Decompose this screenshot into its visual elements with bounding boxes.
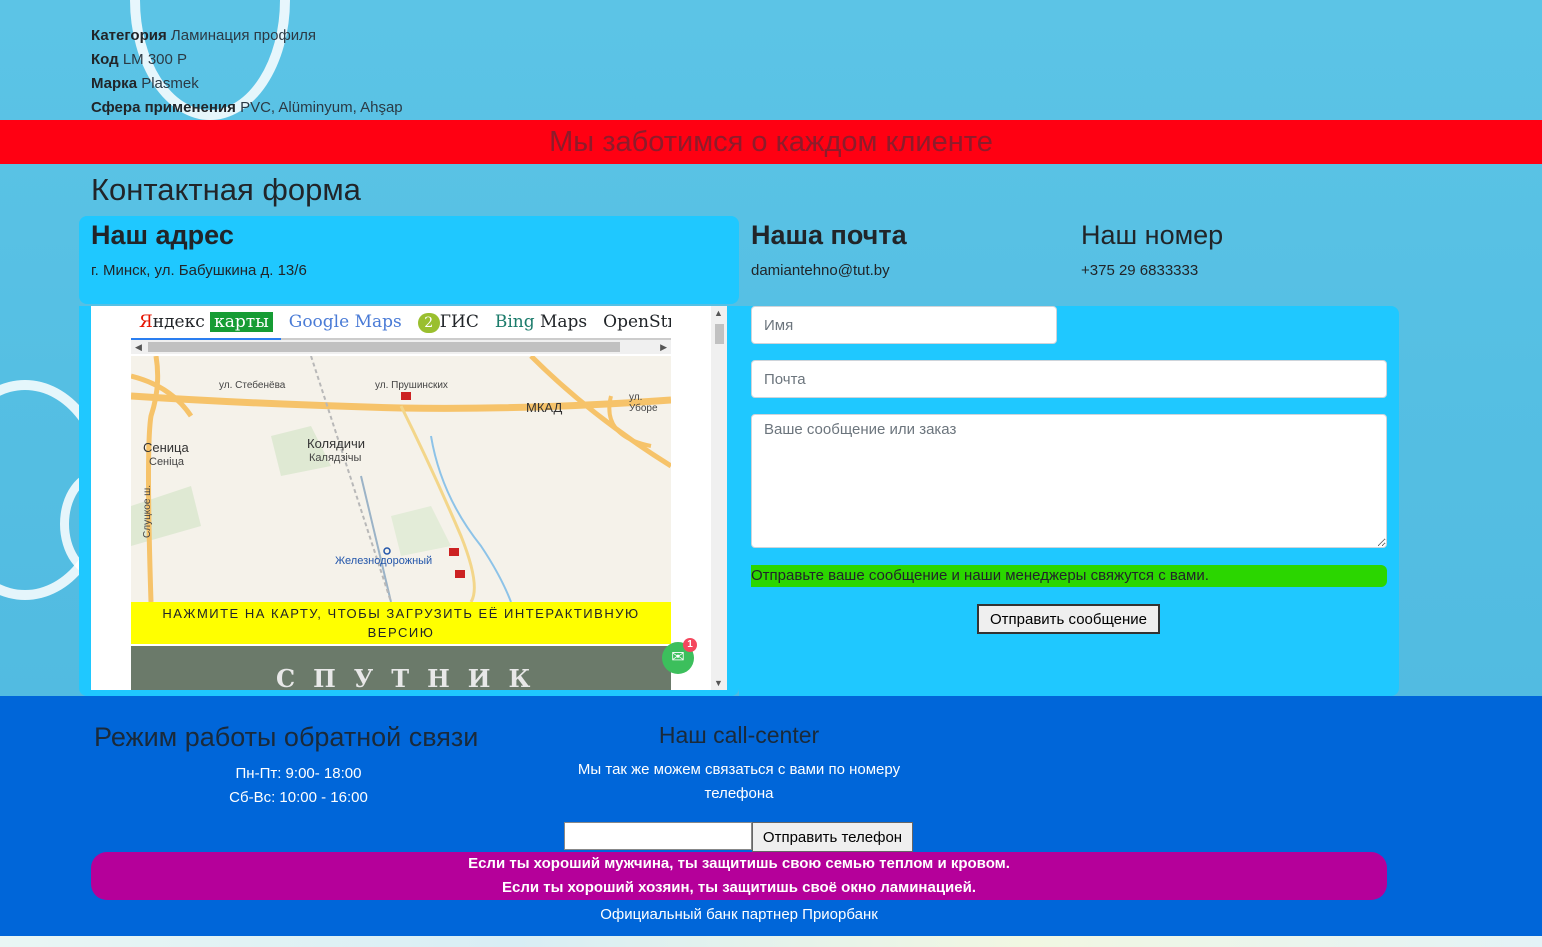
- map-label: Сеница: [143, 440, 189, 455]
- map-tabs: Яндекс карты Google Maps 2 ГИС Bing Maps …: [131, 306, 671, 341]
- form-note: Отправьте ваше сообщение и наши менеджер…: [751, 565, 1387, 587]
- scroll-up-icon[interactable]: ▲: [714, 308, 723, 318]
- name-input[interactable]: [751, 306, 1057, 344]
- map-container: Яндекс карты Google Maps 2 ГИС Bing Maps …: [79, 306, 739, 696]
- mail-title: Наша почта: [751, 220, 907, 250]
- phone-text: +375 29 6833333: [1081, 262, 1199, 279]
- product-brand: Марка Plasmek: [91, 75, 199, 92]
- map-label: Слуцкое ш.: [141, 485, 153, 538]
- hours-weekend: Сб-Вс: 10:00 - 16:00: [229, 789, 368, 806]
- tab-yandex-maps[interactable]: Яндекс карты: [131, 306, 281, 341]
- address-title: Наш адрес: [91, 220, 234, 250]
- map-label: ул. Прушинских: [375, 380, 448, 391]
- map-vertical-scrollbar[interactable]: ▲ ▼: [711, 306, 727, 690]
- address-block: Наш адрес г. Минск, ул. Бабушкина д. 13/…: [79, 216, 739, 304]
- product-category: Категория Ламинация профиля: [91, 27, 317, 44]
- hours-title: Режим работы обратной связи: [94, 722, 479, 752]
- quote-line: Если ты хороший мужчина, ты защитишь сво…: [468, 855, 1010, 872]
- message-textarea[interactable]: [751, 414, 1387, 548]
- send-phone-button[interactable]: Отправить телефон: [752, 822, 913, 852]
- product-sphere: Сфера применения PVC, Alüminyum, Ahşap: [91, 99, 403, 116]
- map-label: ул. Стебенёва: [219, 380, 286, 391]
- scrollbar-thumb[interactable]: [148, 342, 620, 352]
- hours-list: Пн-Пт: 9:00- 18:00 Сб-Вс: 10:00 - 16:00: [96, 762, 501, 810]
- send-message-button[interactable]: Отправить сообщение: [977, 604, 1160, 634]
- notification-badge: 1: [683, 638, 697, 652]
- call-text-line: Мы так же можем связаться с вами по номе…: [577, 761, 901, 778]
- tab-bing-maps[interactable]: Bing Maps: [486, 306, 596, 341]
- email-input[interactable]: [751, 360, 1387, 398]
- tab-google-maps[interactable]: Google Maps: [280, 306, 410, 341]
- map-label: Калядзічы: [309, 452, 362, 464]
- map-label: Железнодорожный: [335, 555, 433, 567]
- map-label: ул. Уборе: [629, 392, 658, 414]
- tab-openstreetmap[interactable]: OpenStreetM: [595, 306, 671, 341]
- footer: Режим работы обратной связи Пн-Пт: 9:00-…: [0, 696, 1542, 936]
- mail-text: damiantehno@tut.by: [751, 262, 890, 279]
- map-label: Колядичи: [307, 436, 366, 451]
- phone-input[interactable]: [564, 822, 752, 850]
- map-load-note[interactable]: НАЖМИТЕ НА КАРТУ, ЧТОБЫ ЗАГРУЗИТЬ ЕЁ ИНТ…: [131, 602, 671, 644]
- satellite-label: СПУТНИК: [276, 664, 549, 690]
- product-code: Код LM 300 P: [91, 51, 188, 68]
- scroll-right-icon[interactable]: ▶: [660, 340, 667, 354]
- map-iframe[interactable]: Яндекс карты Google Maps 2 ГИС Bing Maps …: [91, 306, 727, 690]
- map-label: Сеніца: [149, 456, 184, 468]
- bank-partner: Официальный банк партнер Приорбанк: [600, 906, 878, 923]
- scroll-down-icon[interactable]: ▼: [714, 678, 723, 688]
- hours-weekdays: Пн-Пт: 9:00- 18:00: [235, 765, 362, 782]
- address-text: г. Минск, ул. Бабушкина д. 13/6: [91, 262, 307, 279]
- call-text-line: телефона: [704, 785, 774, 802]
- quote-line: Если ты хороший хозяин, ты защитишь своё…: [501, 879, 977, 896]
- tab-2gis[interactable]: 2 ГИС: [409, 306, 487, 341]
- satellite-preview[interactable]: СПУТНИК: [131, 646, 671, 690]
- map-image[interactable]: ул. Стебенёва ул. Прушинских МКАД ул. Уб…: [131, 356, 671, 602]
- scroll-left-icon[interactable]: ◀: [135, 340, 142, 354]
- bottom-strip: [0, 936, 1542, 947]
- product-info: Категория Ламинация профиля Код LM 300 P…: [91, 24, 403, 120]
- call-center-text: Мы так же можем связаться с вами по номе…: [565, 758, 913, 806]
- scrollbar-thumb[interactable]: [715, 324, 724, 344]
- banner-text: Мы заботимся о каждом клиенте: [549, 125, 993, 158]
- phone-title: Наш номер: [1081, 220, 1224, 250]
- call-center-title: Наш call-center: [658, 722, 820, 748]
- care-banner: Мы заботимся о каждом клиенте: [0, 120, 1542, 164]
- map-label: МКАД: [526, 400, 563, 415]
- map-horizontal-scrollbar[interactable]: ◀ ▶: [131, 340, 671, 354]
- contact-title: Контактная форма: [91, 172, 361, 207]
- quote-block: Если ты хороший мужчина, ты защитишь сво…: [91, 852, 1387, 900]
